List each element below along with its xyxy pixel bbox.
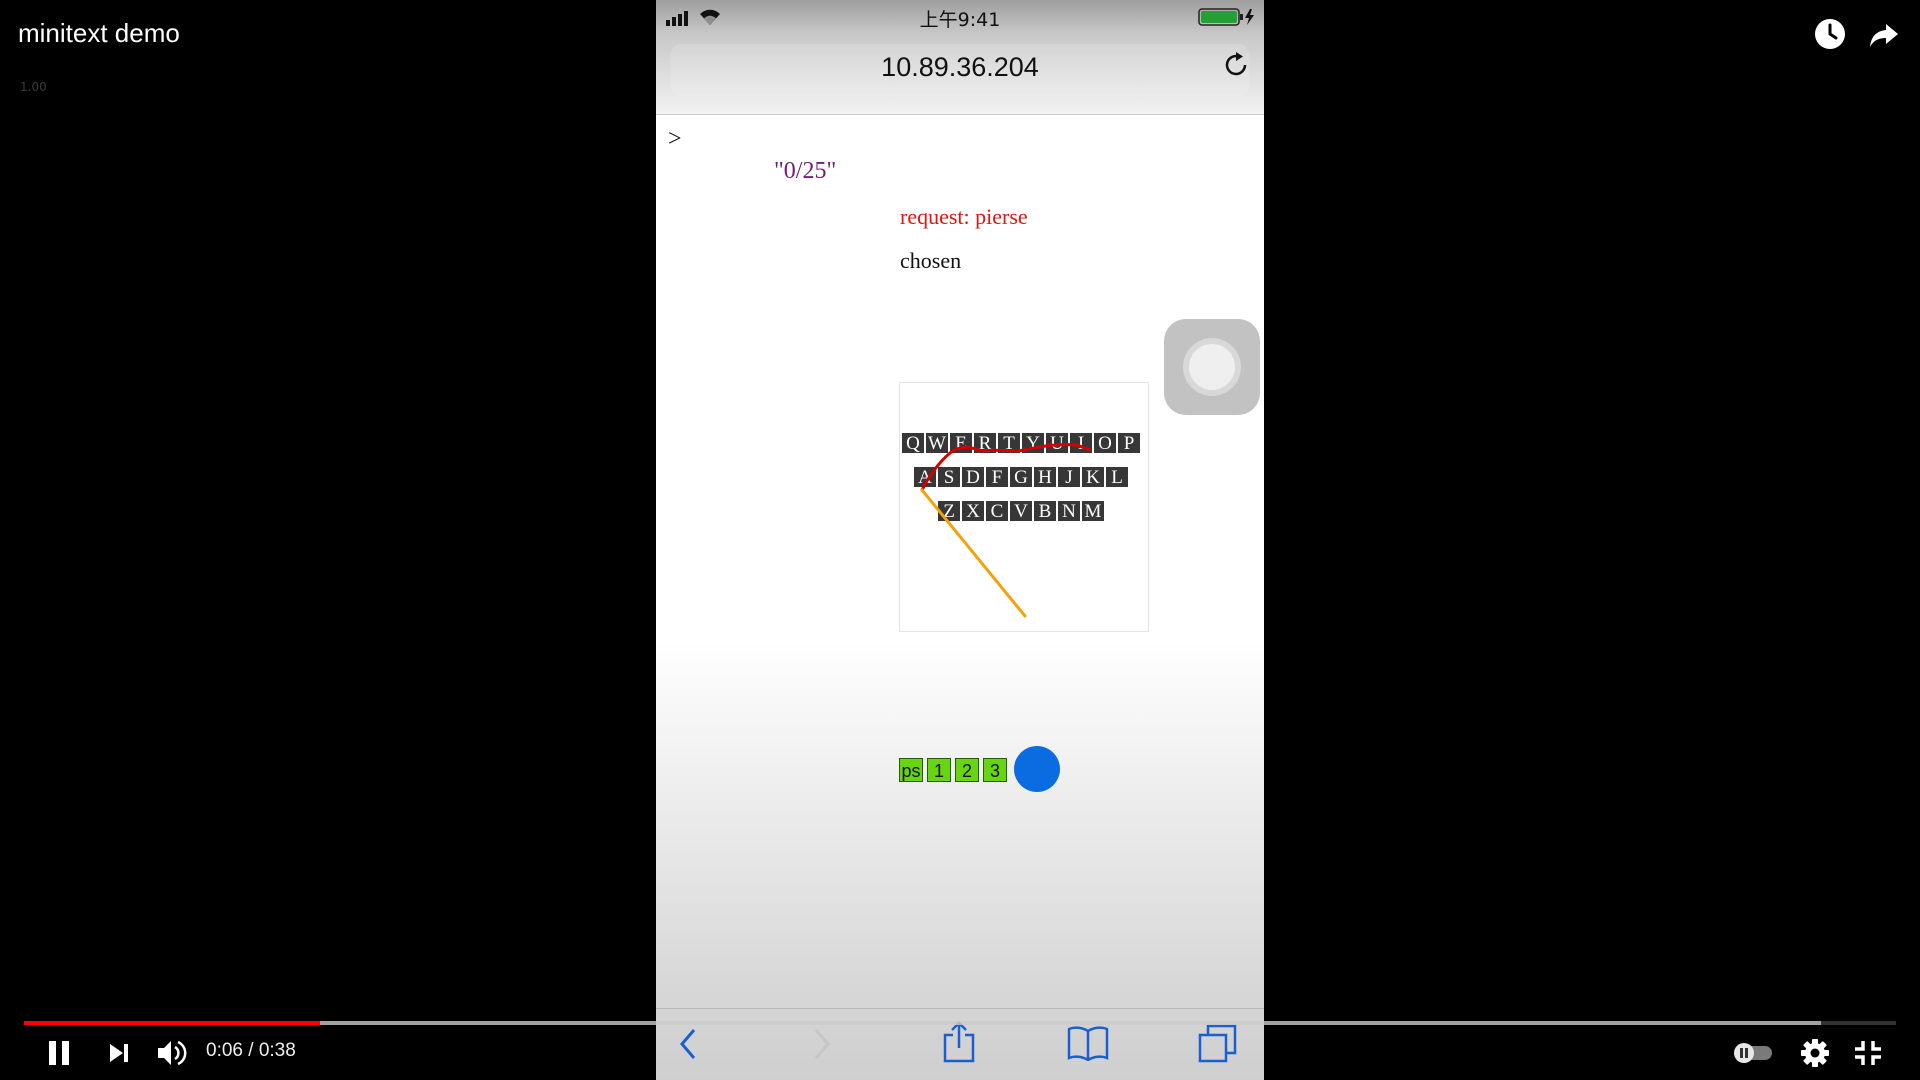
key-x[interactable]: X (962, 501, 984, 522)
key-v[interactable]: V (1010, 501, 1032, 522)
next-icon[interactable] (104, 1035, 134, 1071)
key-g[interactable]: G (1010, 467, 1032, 488)
touch-indicator (1014, 746, 1060, 792)
keyboard-row-2: ASDFGHJKL (914, 467, 1130, 488)
keyboard-row-1: QWERTYUIOP (902, 433, 1142, 454)
key-j[interactable]: J (1058, 467, 1080, 488)
safari-toolbar (656, 1008, 1264, 1080)
top-right-controls (1814, 18, 1900, 50)
candidate-bar: ps 1 2 3 (899, 758, 1011, 782)
assistive-touch-button[interactable] (1164, 319, 1260, 415)
key-e[interactable]: E (950, 433, 972, 454)
url-field[interactable]: 10.89.36.204 (670, 44, 1250, 96)
key-c[interactable]: C (986, 501, 1008, 522)
key-t[interactable]: T (998, 433, 1020, 454)
progress-played[interactable] (24, 1021, 320, 1025)
tabs-icon[interactable] (1198, 1023, 1238, 1063)
back-icon[interactable] (678, 1027, 698, 1061)
key-y[interactable]: Y (1022, 433, 1044, 454)
key-f[interactable]: F (986, 467, 1008, 488)
key-h[interactable]: H (1034, 467, 1056, 488)
video-title[interactable]: minitext demo (18, 18, 180, 49)
key-q[interactable]: Q (902, 433, 924, 454)
key-i[interactable]: I (1070, 433, 1092, 454)
status-time: 上午9:41 (919, 9, 1001, 31)
time-display: 0:06 / 0:38 (206, 1040, 296, 1061)
candidate-button[interactable]: 2 (955, 758, 979, 782)
key-o[interactable]: O (1094, 433, 1116, 454)
progress-counter: "0/25" (774, 158, 837, 184)
url-text: 10.89.36.204 (881, 52, 1039, 82)
request-label: request: pierse (900, 204, 1028, 229)
battery-charging-icon (1198, 8, 1254, 26)
key-n[interactable]: N (1058, 501, 1080, 522)
assistive-touch-center (1189, 344, 1235, 390)
key-p[interactable]: P (1118, 433, 1140, 454)
bookmarks-icon[interactable] (1066, 1025, 1110, 1061)
pause-icon[interactable] (44, 1035, 74, 1071)
key-r[interactable]: R (974, 433, 996, 454)
key-w[interactable]: W (926, 433, 948, 454)
gear-icon[interactable] (1798, 1035, 1832, 1071)
phone-screen: 上午9:41 10.89.36.204 > "0/25" request: pi… (656, 0, 1264, 1080)
key-l[interactable]: L (1106, 467, 1128, 488)
key-s[interactable]: S (938, 467, 960, 488)
key-u[interactable]: U (1046, 433, 1068, 454)
clock-icon[interactable] (1814, 18, 1846, 50)
gesture-keyboard[interactable]: QWERTYUIOP ASDFGHJKL ZXCVBNM (899, 382, 1149, 632)
key-b[interactable]: B (1034, 501, 1056, 522)
volume-icon[interactable] (154, 1035, 190, 1071)
key-d[interactable]: D (962, 467, 984, 488)
candidate-button[interactable]: 3 (983, 758, 1007, 782)
exit-fullscreen-icon[interactable] (1852, 1035, 1884, 1071)
status-bar: 上午9:41 (656, 0, 1264, 34)
key-z[interactable]: Z (938, 501, 960, 522)
share-arrow-icon[interactable] (1868, 18, 1900, 50)
playback-speed: 1.00 (20, 80, 47, 94)
chosen-label: chosen (900, 248, 962, 273)
autoplay-toggle-icon[interactable] (1732, 1040, 1776, 1066)
candidate-button[interactable]: ps (899, 758, 923, 782)
reload-icon[interactable] (1222, 51, 1250, 79)
key-m[interactable]: M (1082, 501, 1104, 522)
key-k[interactable]: K (1082, 467, 1104, 488)
forward-icon[interactable] (812, 1027, 832, 1061)
share-icon[interactable] (942, 1021, 976, 1063)
keyboard-row-3: ZXCVBNM (938, 501, 1106, 522)
prompt-symbol: > (668, 126, 682, 152)
candidate-button[interactable]: 1 (927, 758, 951, 782)
key-a[interactable]: A (914, 467, 936, 488)
address-bar: 10.89.36.204 (656, 34, 1264, 115)
